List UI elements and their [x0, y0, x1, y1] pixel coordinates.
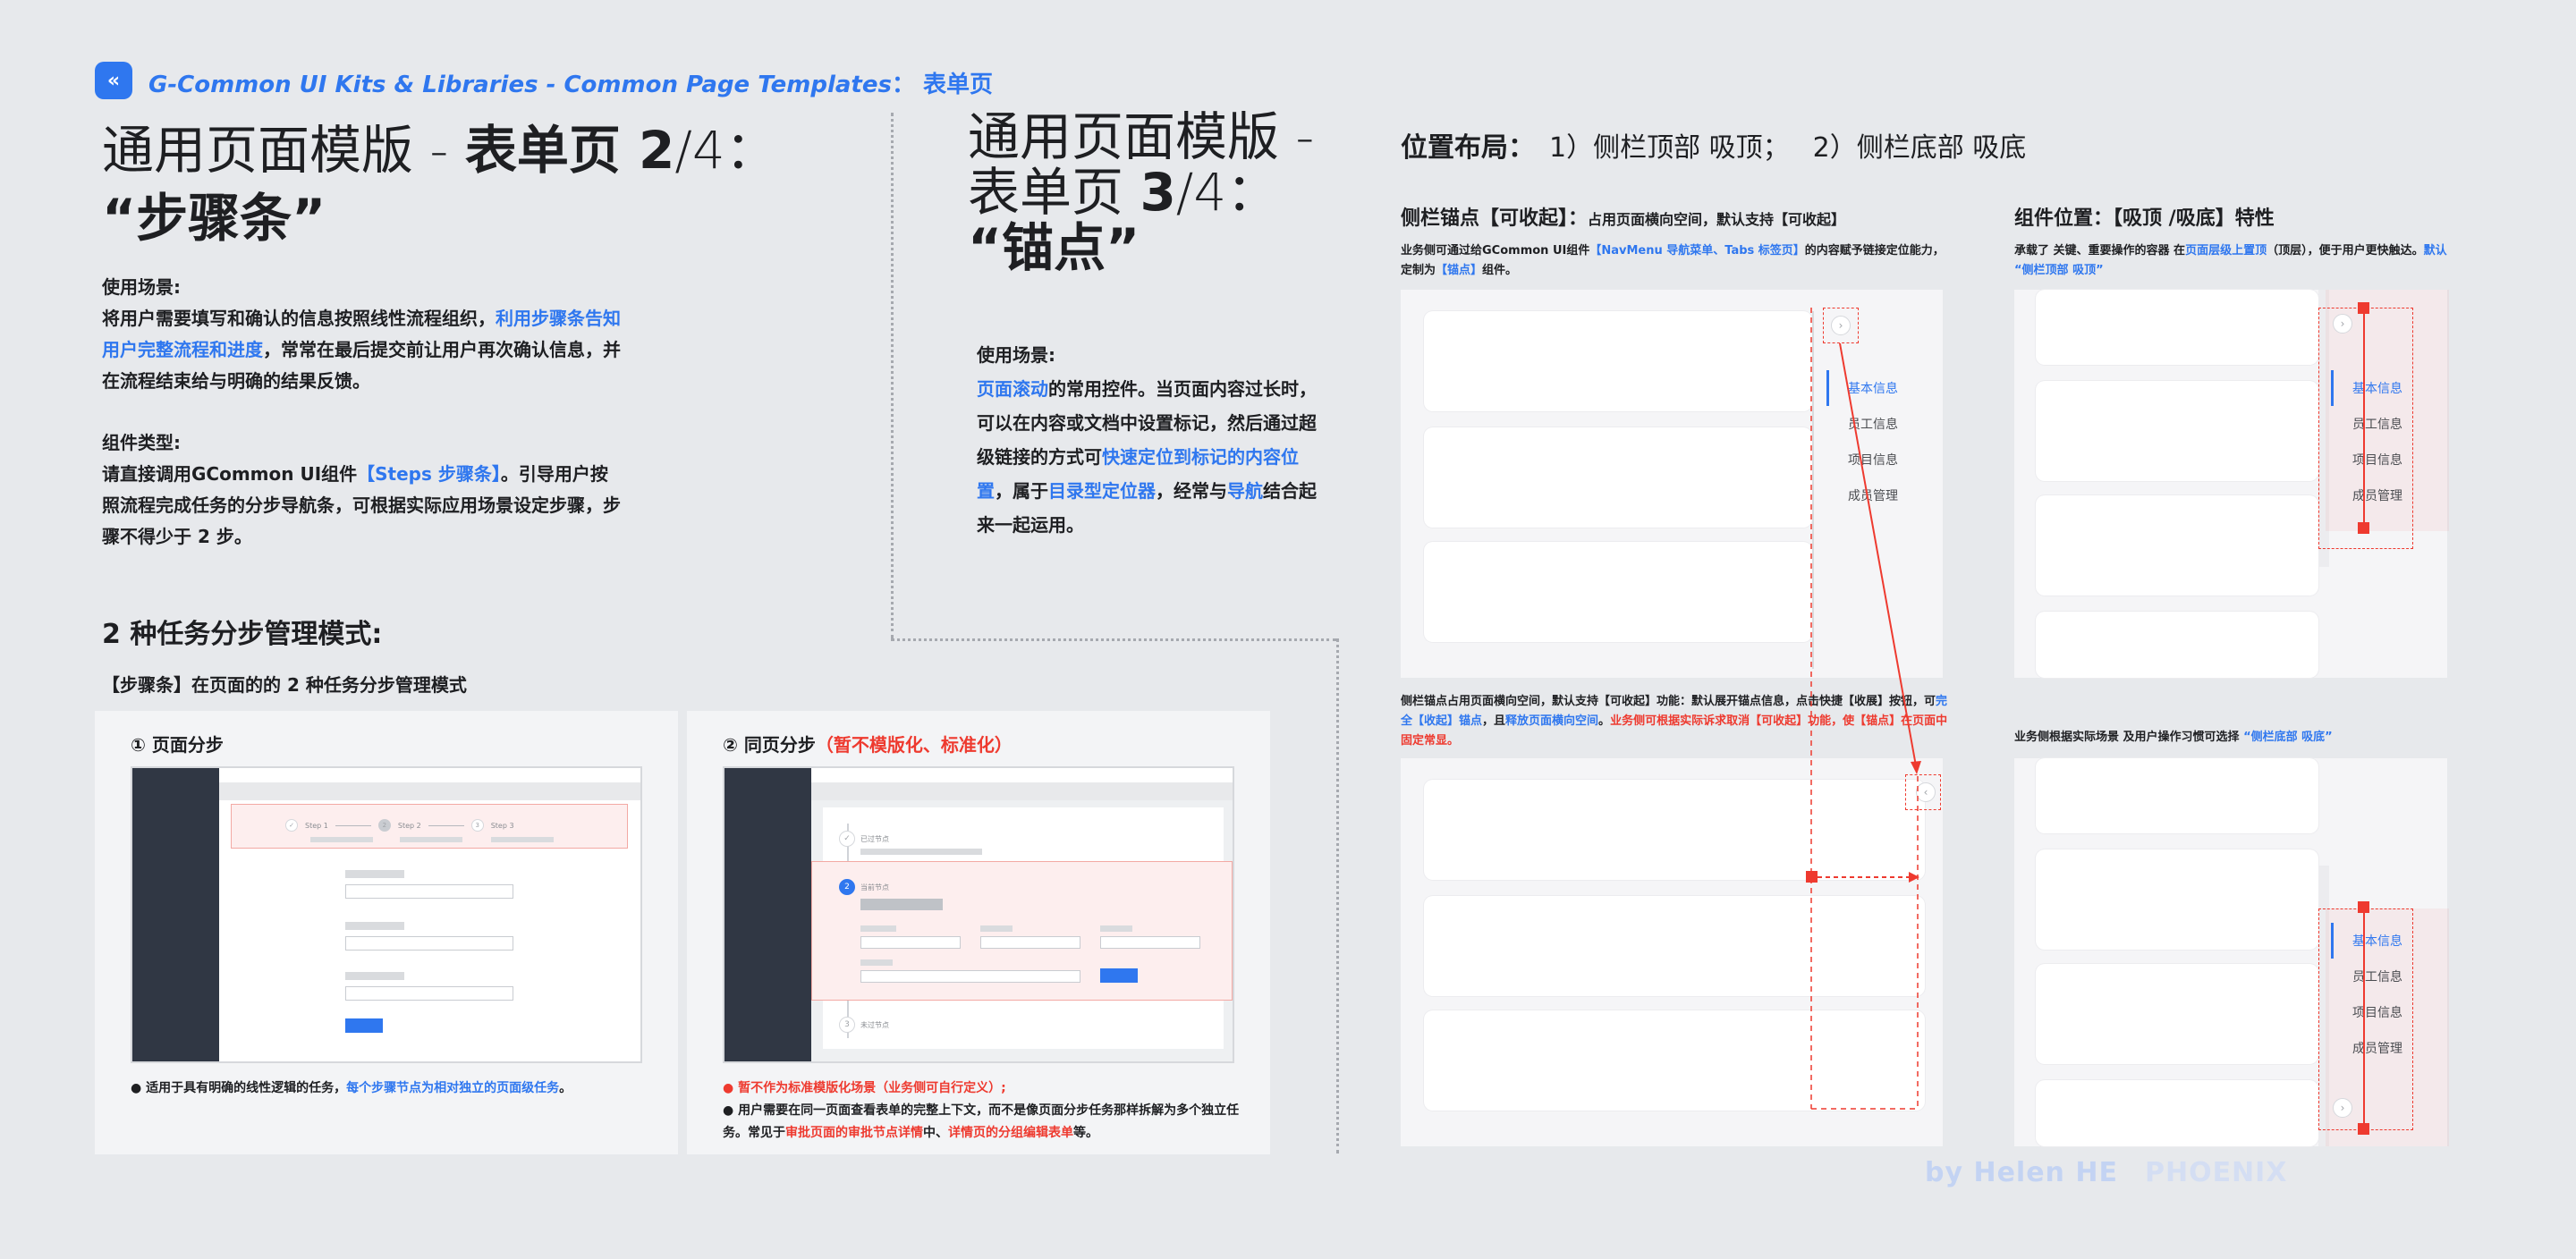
anchor-item-basic[interactable]: 基本信息 — [2352, 379, 2402, 397]
marker-top — [2358, 302, 2369, 314]
content-card — [2036, 290, 2318, 365]
content-card — [2036, 849, 2318, 950]
sticky-top-preview: › 基本信息 员工信息 项目信息 成员管理 — [2014, 290, 2449, 678]
marker-top — [2358, 901, 2369, 913]
anchor-item-staff[interactable]: 员工信息 — [2352, 415, 2402, 433]
chevron-right-icon[interactable]: › — [2333, 1098, 2352, 1118]
marker-bottom — [2358, 1123, 2369, 1135]
content-card — [2036, 381, 2318, 481]
content-card — [2036, 1080, 2318, 1146]
watermark: by Helen HE PHOENIX — [1925, 1157, 2288, 1188]
anchor-item-staff[interactable]: 员工信息 — [2352, 967, 2402, 985]
anchor-active-indicator — [2331, 370, 2334, 406]
position-desc: 承载了 关键、重要操作的容器 在页面层级上置顶（顶层），便于用户更快触达。默认 … — [2014, 244, 2447, 277]
content-card — [2036, 612, 2318, 678]
marker-bottom — [2358, 522, 2369, 534]
anchor-item-members[interactable]: 成员管理 — [2352, 1039, 2402, 1057]
anchor-item-project[interactable]: 项目信息 — [2352, 451, 2402, 469]
content-card — [2036, 758, 2318, 833]
content-card — [2036, 495, 2318, 596]
content-card — [2036, 964, 2318, 1064]
position-title: 组件位置：【吸顶 /吸底】特性 — [2014, 207, 2275, 230]
position-note: 业务侧根据实际场景 及用户操作习惯可选择 “侧栏底部 吸底” — [2014, 731, 2333, 744]
sticky-bottom-preview: 基本信息 员工信息 项目信息 成员管理 › — [2014, 758, 2449, 1146]
chevron-right-icon[interactable]: › — [2333, 314, 2352, 334]
anchor-item-members[interactable]: 成员管理 — [2352, 486, 2402, 504]
anchor-active-indicator — [2331, 923, 2334, 959]
anchor-item-basic[interactable]: 基本信息 — [2352, 932, 2402, 950]
anchor-item-project[interactable]: 项目信息 — [2352, 1003, 2402, 1021]
